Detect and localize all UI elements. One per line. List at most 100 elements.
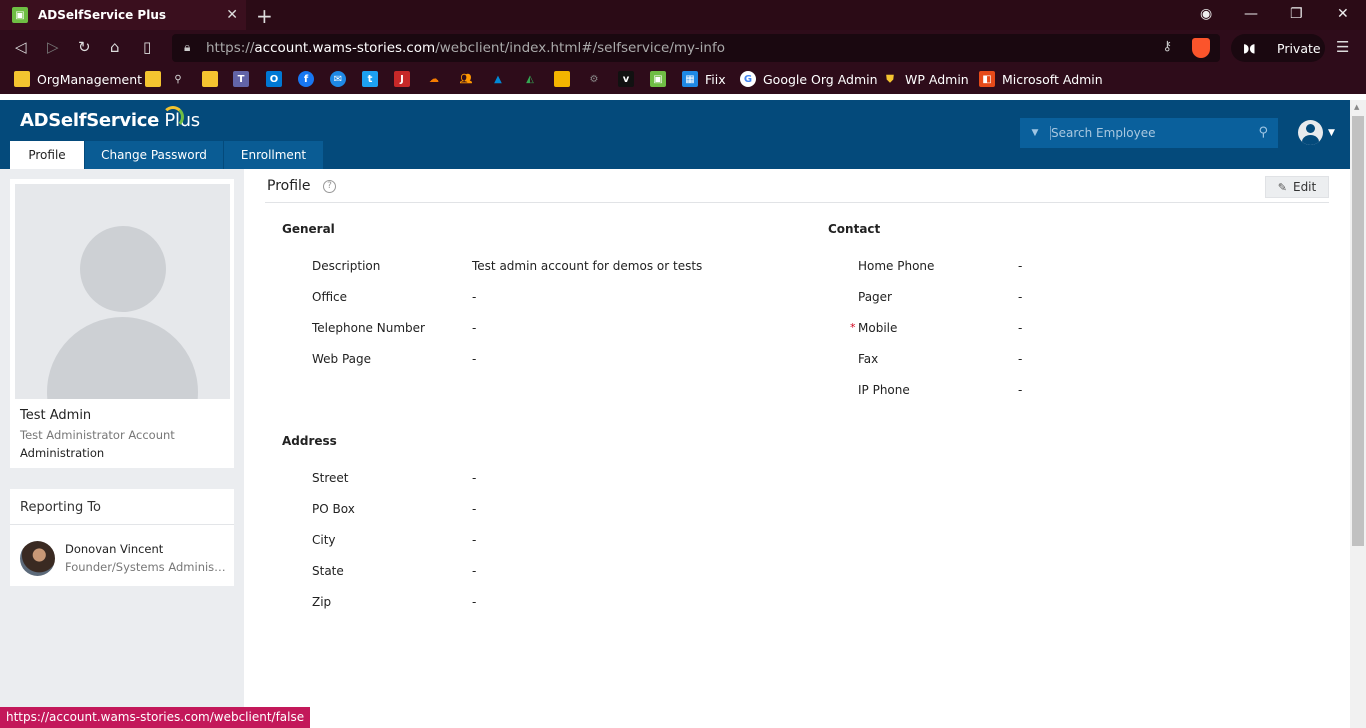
bookmark-mail-icon[interactable]: ✉: [330, 71, 353, 87]
user-menu[interactable]: ▼: [1298, 120, 1335, 145]
tab-profile[interactable]: Profile: [10, 141, 84, 169]
field-label: Home Phone: [858, 259, 935, 273]
tab-title: ADSelfService Plus: [38, 8, 167, 22]
field-value: -: [1018, 383, 1023, 397]
bookmark-microsoft-admin[interactable]: ◧ Microsoft Admin: [979, 71, 1103, 87]
bookmarks-bar: OrgManagement ⚲ T O f ✉ t J ☁ 👥︎ ▲ ◭ ⚙ v…: [0, 66, 1366, 94]
search-employee-input[interactable]: [1050, 126, 1250, 140]
logo-arc-icon: [162, 106, 184, 128]
brave-shield-icon[interactable]: [1192, 38, 1210, 58]
field-value: -: [1018, 290, 1023, 304]
left-sidebar: Test Admin Test Administrator Account Ad…: [0, 169, 244, 728]
restore-icon[interactable]: ❐: [1290, 6, 1303, 22]
section-contact: Contact: [828, 222, 881, 236]
section-general: General: [282, 222, 335, 236]
field-value: -: [472, 595, 477, 609]
private-window-badge[interactable]: ◗◖ Private: [1231, 34, 1325, 62]
bookmark-facebook-icon[interactable]: f: [298, 71, 321, 87]
address-bar[interactable]: 🔒︎ https://account.wams-stories.com/webc…: [172, 34, 1220, 62]
required-asterisk: *: [850, 321, 856, 334]
minimize-icon[interactable]: —: [1244, 6, 1258, 22]
manager-avatar: [20, 541, 55, 576]
url-scheme: https://: [206, 40, 255, 56]
key-icon[interactable]: ⚷: [1162, 39, 1172, 54]
bookmark-cloud-icon[interactable]: ☁: [426, 71, 449, 87]
bookmark-drive-icon[interactable]: ◭: [522, 71, 545, 87]
bookmark-fiix[interactable]: ▦ Fiix: [682, 71, 726, 87]
bookmark-outlook-icon[interactable]: O: [266, 71, 289, 87]
bookmark-j-icon[interactable]: J: [394, 71, 417, 87]
bookmark-gear-icon[interactable]: ⚙: [586, 71, 609, 87]
bookmark-key-icon[interactable]: ⚲: [170, 71, 193, 87]
field-value: -: [472, 290, 477, 304]
section-address: Address: [282, 434, 337, 448]
tab-change-password[interactable]: Change Password: [85, 141, 223, 169]
browser-toolbar: ◁ ▷ ↻ ⌂ ▯ 🔒︎ https://account.wams-storie…: [0, 30, 1366, 66]
field-label: Description: [312, 259, 381, 273]
bookmark-azure-icon[interactable]: ▲: [490, 71, 513, 87]
field-value: -: [1018, 352, 1023, 366]
google-icon: G: [740, 71, 756, 87]
back-icon[interactable]: ◁: [15, 38, 27, 56]
reporting-to-card: Reporting To Donovan Vincent Founder/Sys…: [10, 489, 234, 586]
manager-name[interactable]: Donovan Vincent: [65, 542, 163, 556]
field-label: IP Phone: [858, 383, 910, 397]
reload-icon[interactable]: ↻: [78, 38, 91, 56]
tab-enrollment[interactable]: Enrollment: [224, 141, 323, 169]
scroll-up-icon[interactable]: ▲: [1354, 103, 1359, 111]
field-value: -: [472, 533, 477, 547]
fiix-icon: ▦: [682, 71, 698, 87]
reporting-to-heading: Reporting To: [10, 489, 234, 525]
bookmark-google-org-admin[interactable]: G Google Org Admin: [740, 71, 878, 87]
search-icon[interactable]: ⚲: [1258, 125, 1268, 140]
field-value: -: [472, 502, 477, 516]
field-label: Office: [312, 290, 348, 304]
bookmark-vimeo-icon[interactable]: v: [618, 71, 641, 87]
bookmark-folder2-icon[interactable]: [202, 71, 225, 87]
title-divider: [265, 202, 1329, 203]
edit-button[interactable]: ✎ Edit: [1265, 176, 1329, 198]
field-value: Test admin account for demos or tests: [472, 259, 703, 273]
profile-department: Administration: [20, 446, 105, 460]
link-status-bar: https://account.wams-stories.com/webclie…: [0, 707, 311, 728]
bookmark-label: Microsoft Admin: [1002, 71, 1103, 87]
chevron-down-icon: ▼: [1328, 127, 1335, 138]
search-employee-box: ▼ ⚲: [1020, 118, 1278, 148]
browser-tab[interactable]: ▣ ADSelfService Plus ✕: [0, 0, 246, 30]
manager-role: Founder/Systems Administrator: [65, 560, 227, 574]
field-label: Street: [312, 471, 349, 485]
bookmark-orgmanagement[interactable]: OrgManagement: [14, 71, 142, 87]
field-label: Zip: [312, 595, 332, 609]
bookmark-adself-icon[interactable]: ▣: [650, 71, 673, 87]
new-tab-icon[interactable]: +: [256, 4, 273, 28]
help-icon[interactable]: ?: [323, 180, 336, 193]
lock-icon: 🔒︎: [184, 40, 191, 54]
bookmark-people-icon[interactable]: 👥︎: [458, 71, 481, 87]
bookmark-folder-icon[interactable]: [145, 71, 168, 87]
bookmark-twitter-icon[interactable]: t: [362, 71, 385, 87]
field-value: -: [472, 564, 477, 578]
page-title: Profile: [267, 178, 311, 194]
browser-menu-icon[interactable]: ☰: [1336, 38, 1349, 56]
adselfservice-logo[interactable]: ADSelfService Plus: [20, 106, 200, 131]
bookmark-icon[interactable]: ▯: [143, 38, 151, 56]
forward-icon[interactable]: ▷: [47, 38, 59, 56]
tab-search-icon[interactable]: ◉: [1200, 6, 1212, 22]
bookmark-teams-icon[interactable]: T: [233, 71, 256, 87]
scrollbar-thumb[interactable]: [1352, 116, 1364, 546]
bookmark-label: Google Org Admin: [763, 71, 878, 87]
field-label: State: [312, 564, 344, 578]
field-label: Telephone Number: [312, 321, 425, 335]
field-label: PO Box: [312, 502, 355, 516]
home-icon[interactable]: ⌂: [110, 38, 120, 56]
bookmark-slides-icon[interactable]: [554, 71, 577, 87]
profile-title: Test Administrator Account: [20, 428, 175, 442]
search-filter-dropdown-icon[interactable]: ▼: [1020, 128, 1050, 138]
close-window-icon[interactable]: ✕: [1337, 6, 1349, 22]
page-scrollbar[interactable]: ▲: [1350, 100, 1366, 728]
field-value: -: [1018, 259, 1023, 273]
close-tab-icon[interactable]: ✕: [226, 7, 238, 23]
bookmark-wp-admin[interactable]: ⛊ WP Admin: [882, 71, 969, 87]
field-label: Fax: [858, 352, 879, 366]
url-host: account.wams-stories.com: [254, 40, 436, 56]
